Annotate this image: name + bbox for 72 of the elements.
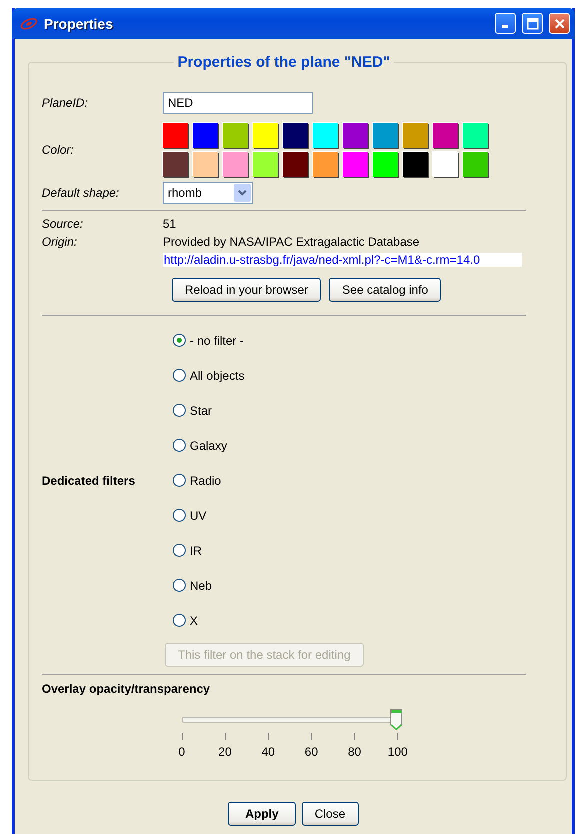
- radio-label: UV: [190, 508, 207, 522]
- color-swatch[interactable]: [223, 152, 248, 177]
- color-swatch[interactable]: [433, 152, 458, 177]
- radio-label: Galaxy: [190, 438, 228, 452]
- close-button[interactable]: [549, 13, 570, 34]
- tick-label: 40: [262, 745, 276, 759]
- tick-label: 100: [388, 745, 408, 759]
- color-swatch[interactable]: [163, 152, 188, 177]
- color-swatch[interactable]: [403, 123, 428, 148]
- field-label: PlaneID:: [42, 96, 90, 110]
- color-swatch[interactable]: [343, 152, 368, 177]
- color-swatch[interactable]: [313, 123, 338, 148]
- radio-label: Radio: [190, 474, 222, 488]
- radio-button[interactable]: [173, 509, 186, 522]
- opacity-label: Overlay opacity/transparency: [42, 682, 212, 696]
- color-swatch[interactable]: [343, 123, 368, 148]
- color-swatch[interactable]: [463, 123, 488, 148]
- radio-button[interactable]: [173, 369, 186, 382]
- radio-label: X: [190, 614, 198, 628]
- shape-dropdown[interactable]: rhomb: [163, 182, 253, 204]
- tick-label: 0: [178, 745, 186, 759]
- dialog-button[interactable]: Apply: [228, 802, 296, 826]
- radio-button[interactable]: [173, 474, 186, 487]
- galaxy-icon: [20, 16, 38, 30]
- radio-label: IR: [190, 544, 202, 558]
- source-url[interactable]: http://aladin.u-strasbg.fr/java/ned-xml.pl?-c=M1&-c.rm=14.0: [163, 253, 522, 267]
- radio-button[interactable]: [173, 579, 186, 592]
- close-icon: [554, 18, 566, 30]
- radio-button[interactable]: [173, 614, 186, 627]
- color-swatch[interactable]: [373, 152, 398, 177]
- maximize-icon: [526, 18, 538, 30]
- color-swatch[interactable]: [253, 152, 278, 177]
- color-swatch[interactable]: [193, 123, 218, 148]
- plane-id-field[interactable]: NED: [163, 92, 313, 114]
- color-swatch[interactable]: [283, 152, 308, 177]
- color-swatch[interactable]: [163, 123, 188, 148]
- chevron-down-icon: [238, 190, 247, 196]
- window-title: Properties: [44, 16, 114, 32]
- action-button[interactable]: See catalog info: [329, 278, 442, 302]
- radio-button[interactable]: [173, 334, 186, 347]
- group-title: Properties of the plane "NED": [176, 54, 392, 71]
- filters-label: Dedicated filters: [42, 474, 136, 488]
- tick-label: 60: [304, 745, 318, 759]
- color-swatch[interactable]: [283, 123, 308, 148]
- color-swatch[interactable]: [463, 152, 488, 177]
- tick-label: 20: [218, 745, 232, 759]
- color-swatch[interactable]: [433, 123, 458, 148]
- dialog-button[interactable]: Close: [302, 802, 359, 826]
- radio-label: Neb: [190, 578, 212, 592]
- field-label: Default shape:: [42, 186, 120, 200]
- radio-button[interactable]: [173, 404, 186, 417]
- color-swatch[interactable]: [193, 152, 218, 177]
- color-swatch[interactable]: [223, 123, 248, 148]
- minimize-button[interactable]: [495, 13, 516, 34]
- radio-label: All objects: [190, 368, 245, 382]
- radio-label: Star: [190, 404, 212, 418]
- color-swatch[interactable]: [403, 152, 428, 177]
- field-label: Color:: [42, 143, 76, 157]
- action-button[interactable]: Reload in your browser: [172, 278, 322, 302]
- radio-button[interactable]: [173, 439, 186, 452]
- color-swatch[interactable]: [253, 123, 278, 148]
- tick-label: 80: [348, 745, 362, 759]
- origin-value: Provided by NASA/IPAC Extragalactic Database: [163, 235, 420, 249]
- field-label: Source:: [42, 217, 84, 231]
- maximize-button[interactable]: [522, 13, 543, 34]
- color-swatch[interactable]: [373, 123, 398, 148]
- source-value: 51: [163, 217, 176, 231]
- field-label: Origin:: [42, 235, 78, 249]
- color-swatch[interactable]: [313, 152, 338, 177]
- radio-label: - no filter -: [190, 334, 244, 348]
- radio-button[interactable]: [173, 544, 186, 557]
- slider-thumb[interactable]: [390, 709, 403, 731]
